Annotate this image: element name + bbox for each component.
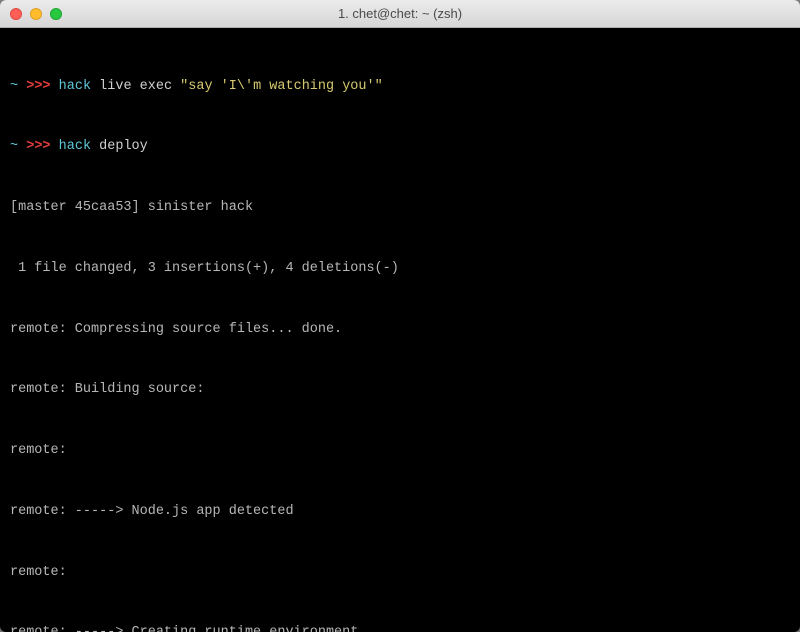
output-line: remote: [10,441,790,461]
fullscreen-icon[interactable] [50,8,62,20]
command-args: deploy [99,139,148,154]
terminal-window: 1. chet@chet: ~ (zsh) ~ >>> hack live ex… [0,0,800,632]
window-title: 1. chet@chet: ~ (zsh) [10,6,790,21]
command-name: hack [59,79,91,94]
close-icon[interactable] [10,8,22,20]
prompt-line: ~ >>> hack live exec "say 'I\'m watching… [10,77,790,97]
command-args: live exec [99,79,180,94]
prompt-path: ~ [10,139,18,154]
output-line: [master 45caa53] sinister hack [10,198,790,218]
prompt-arrows: >>> [26,79,50,94]
command-name: hack [59,139,91,154]
terminal-body[interactable]: ~ >>> hack live exec "say 'I\'m watching… [0,28,800,632]
titlebar[interactable]: 1. chet@chet: ~ (zsh) [0,0,800,28]
prompt-line: ~ >>> hack deploy [10,137,790,157]
output-line: remote: -----> Node.js app detected [10,502,790,522]
minimize-icon[interactable] [30,8,42,20]
output-line: 1 file changed, 3 insertions(+), 4 delet… [10,259,790,279]
output-line: remote: -----> Creating runtime environm… [10,623,790,632]
command-string: "say 'I\'m watching you'" [180,79,383,94]
output-line: remote: Compressing source files... done… [10,320,790,340]
output-line: remote: Building source: [10,380,790,400]
prompt-arrows: >>> [26,139,50,154]
output-line: remote: [10,563,790,583]
traffic-lights [10,8,62,20]
prompt-path: ~ [10,79,18,94]
